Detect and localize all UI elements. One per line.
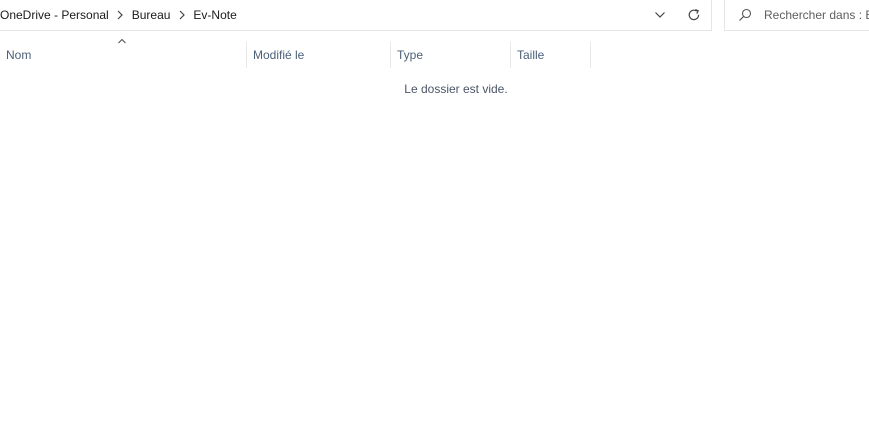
search-input[interactable] bbox=[764, 8, 869, 22]
file-list-area[interactable] bbox=[0, 70, 869, 443]
column-header-modified[interactable]: Modifié le bbox=[247, 42, 391, 68]
breadcrumb-item-bureau[interactable]: Bureau bbox=[132, 8, 171, 22]
column-header-type[interactable]: Type bbox=[391, 42, 511, 68]
breadcrumb-item-onedrive[interactable]: OneDrive - Personal bbox=[0, 8, 109, 22]
column-header-row: Nom Modifié le Type Taille bbox=[0, 42, 600, 68]
chevron-right-icon[interactable] bbox=[109, 9, 132, 21]
address-bar[interactable]: OneDrive - Personal Bureau Ev-Note bbox=[0, 0, 712, 31]
column-header-name[interactable]: Nom bbox=[0, 42, 247, 68]
chevron-right-icon[interactable] bbox=[170, 9, 193, 21]
breadcrumb-item-ev-note[interactable]: Ev-Note bbox=[193, 8, 236, 22]
refresh-icon[interactable] bbox=[684, 5, 704, 25]
search-box[interactable] bbox=[724, 0, 869, 31]
column-header-size[interactable]: Taille bbox=[511, 42, 591, 68]
chevron-down-icon[interactable] bbox=[650, 6, 670, 24]
breadcrumb: OneDrive - Personal Bureau Ev-Note bbox=[0, 0, 237, 30]
empty-folder-message: Le dossier est vide. bbox=[404, 82, 508, 96]
file-explorer-window: OneDrive - Personal Bureau Ev-Note Reche… bbox=[0, 0, 869, 443]
search-icon bbox=[737, 7, 753, 23]
